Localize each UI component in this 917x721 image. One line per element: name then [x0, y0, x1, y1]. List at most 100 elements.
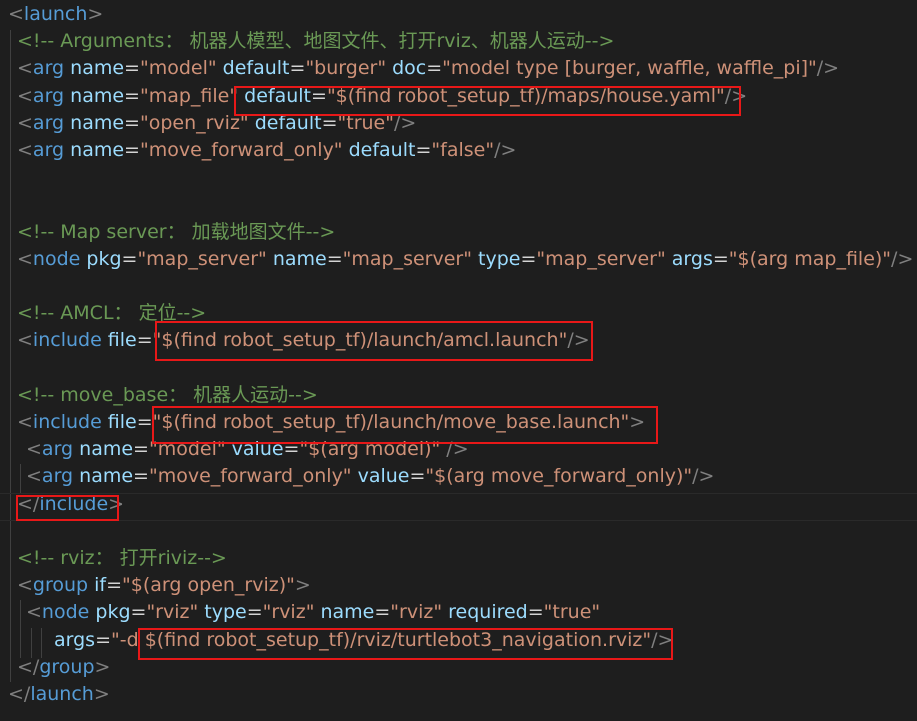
code-token-eq: = — [321, 111, 338, 134]
code-token-str: "model type [burger, waffle, waffle_pi]" — [442, 57, 817, 80]
code-token-attr: default — [238, 84, 312, 107]
code-token-str: "false" — [431, 139, 495, 161]
code-token-attr: value — [225, 438, 284, 461]
current-line-highlight — [0, 493, 917, 494]
code-token-str: "$(find robot_setup_tf)/launch/move_base… — [152, 411, 630, 433]
code-line[interactable]: </launch> — [8, 681, 110, 708]
code-line[interactable]: <!-- AMCL： 定位--> — [17, 300, 206, 327]
code-line[interactable]: <node pkg="map_server" name="map_server"… — [17, 246, 913, 273]
code-token-tag: include — [32, 329, 102, 352]
code-token-str: "rviz" — [390, 601, 443, 624]
code-token-comment: <!-- move_base： 机器人运动--> — [17, 383, 318, 406]
code-line[interactable]: args="-d $(find robot_setup_tf)/rviz/tur… — [54, 627, 673, 654]
code-line[interactable]: <arg name="move_forward_only" default="f… — [17, 137, 516, 164]
code-token-eq: = — [106, 574, 123, 597]
code-token-attr: type — [198, 601, 247, 624]
code-token-eq: = — [121, 247, 138, 270]
code-line[interactable]: <arg name="model" value="$(arg model)" /… — [26, 436, 469, 463]
code-token-attr: name — [73, 438, 134, 461]
code-token-bracket: /> — [393, 111, 417, 134]
code-line[interactable]: <!-- Map server： 加载地图文件--> — [17, 219, 335, 246]
code-token-eq: = — [415, 139, 432, 161]
code-token-bracket: /> — [724, 84, 748, 107]
code-token-str: "model" — [139, 57, 217, 80]
code-token-bracket: < — [17, 84, 33, 107]
code-token-tag: arg — [41, 438, 74, 461]
code-token-str: "map_server" — [342, 247, 472, 270]
code-editor[interactable]: <launch> <!-- Arguments： 机器人模型、地图文件、打开rvi… — [0, 0, 917, 721]
code-token-bracket: /> — [891, 247, 914, 270]
code-token-str: "$(arg model)" — [299, 438, 441, 461]
code-token-str: "map_server" — [137, 247, 267, 270]
code-token-tag: node — [41, 601, 90, 624]
code-token-eq: = — [95, 628, 112, 651]
code-token-eq: = — [136, 411, 153, 433]
code-token-tag: arg — [41, 465, 74, 488]
code-line[interactable]: <include file="$(find robot_setup_tf)/la… — [17, 409, 645, 436]
code-token-bracket: < — [26, 465, 42, 488]
code-token-bracket: /> — [692, 465, 715, 488]
code-token-str: "open_rviz" — [139, 111, 249, 134]
code-line[interactable]: </group> — [17, 654, 110, 681]
code-line[interactable]: <include file="$(find robot_setup_tf)/la… — [17, 327, 590, 354]
code-token-eq: = — [527, 601, 544, 624]
code-token-str: "rviz" — [146, 601, 199, 624]
code-line[interactable]: <!-- Arguments： 机器人模型、地图文件、打开rviz、机器人运动-… — [17, 28, 614, 55]
code-token-bracket: < — [17, 57, 33, 80]
code-token-comment: <!-- rviz： 打开riviz--> — [17, 547, 227, 569]
indent-guide — [10, 30, 11, 682]
code-token-bracket: < — [8, 3, 24, 25]
code-token-attr: value — [351, 465, 410, 488]
code-token-bracket: > — [87, 3, 104, 25]
code-line[interactable]: <launch> — [8, 1, 103, 28]
code-line[interactable]: <arg name="model" default="burger" doc="… — [17, 55, 839, 82]
code-token-attr: default — [248, 111, 322, 134]
code-line[interactable]: <group if="$(arg open_rviz)"> — [17, 572, 311, 599]
code-token-attr: required — [442, 601, 528, 624]
code-line[interactable]: </include> — [17, 491, 124, 518]
code-token-attr: doc — [386, 57, 427, 80]
code-token-eq: = — [289, 57, 306, 80]
code-token-str: "$(find robot_setup_tf)/launch/amcl.laun… — [152, 329, 568, 352]
code-token-attr: name — [266, 247, 327, 270]
code-token-eq: = — [374, 601, 391, 624]
indent-guide — [20, 600, 21, 658]
code-token-tag: arg — [32, 139, 65, 161]
code-token-bracket: > — [294, 574, 311, 597]
code-line[interactable]: <arg name="open_rviz" default="true"/> — [17, 110, 416, 137]
code-token-tag: launch — [30, 683, 94, 705]
code-token-bracket: /> — [440, 438, 469, 461]
code-token-str: "$(arg open_rviz)" — [122, 574, 295, 597]
code-token-eq: = — [311, 84, 327, 107]
code-token-bracket: /> — [651, 628, 674, 651]
code-token-attr: args — [665, 247, 713, 270]
code-token-bracket: < — [17, 247, 33, 270]
code-token-eq: = — [130, 601, 147, 624]
code-token-eq: = — [520, 247, 537, 270]
code-token-comment: <!-- Map server： 加载地图文件--> — [17, 220, 336, 243]
code-token-attr: args — [54, 628, 96, 651]
code-line[interactable]: <!-- rviz： 打开riviz--> — [17, 545, 227, 572]
code-token-attr: if — [88, 574, 107, 597]
code-token-attr: name — [64, 139, 125, 161]
code-token-str: "move_forward_only" — [139, 139, 343, 161]
code-token-attr: name — [73, 465, 134, 488]
code-token-bracket: /> — [567, 329, 590, 352]
code-token-str: "move_forward_only" — [148, 465, 352, 488]
code-line[interactable]: <!-- move_base： 机器人运动--> — [17, 382, 318, 409]
code-token-attr: file — [101, 329, 137, 352]
code-token-bracket: < — [17, 111, 33, 134]
code-line[interactable]: <arg name="map_file" default="$(find rob… — [17, 83, 747, 110]
code-token-tag: launch — [23, 3, 88, 25]
code-line[interactable]: <arg name="move_forward_only" value="$(a… — [26, 463, 714, 490]
code-token-tag: node — [32, 247, 81, 270]
code-token-bracket: </ — [17, 655, 40, 678]
code-line[interactable]: <node pkg="rviz" type="rviz" name="rviz"… — [26, 599, 600, 626]
code-token-eq: = — [133, 438, 149, 461]
code-token-str: "rviz" — [262, 601, 315, 624]
code-token-bracket: < — [26, 438, 42, 461]
code-token-attr: pkg — [89, 601, 131, 624]
code-token-attr: pkg — [80, 247, 122, 270]
code-token-eq: = — [124, 111, 140, 134]
code-token-str: "-d $(find robot_setup_tf)/rviz/turtlebo… — [111, 628, 652, 651]
